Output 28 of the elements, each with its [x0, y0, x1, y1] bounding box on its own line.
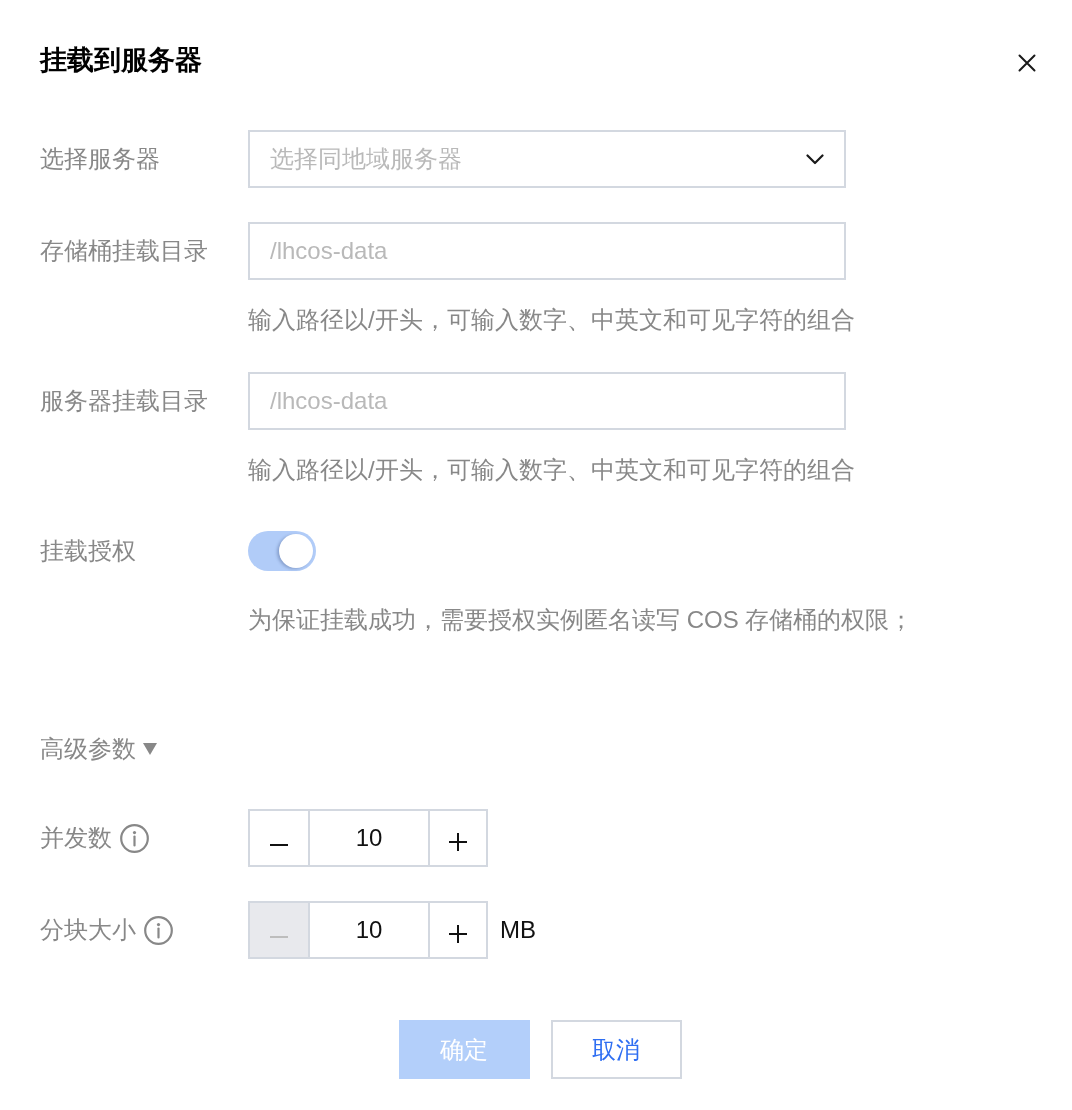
cancel-button[interactable]: 取消: [550, 1020, 682, 1079]
help-text: 输入路径以/开头，可输入数字、中英文和可见字符的组合: [248, 305, 855, 335]
path-input[interactable]: /lhcos-data: [248, 222, 846, 280]
minus-icon: [270, 936, 288, 938]
field-label: 选择服务器: [40, 144, 160, 174]
info-icon: [120, 823, 149, 853]
unit-label: MB: [500, 916, 536, 944]
info-icon: [144, 915, 173, 945]
plus-icon: [449, 925, 467, 943]
chevron-down-icon: [806, 153, 824, 165]
help-text: 为保证挂载成功，需要授权实例匿名读写 COS 存储桶的权限；: [248, 605, 914, 635]
field-label: 存储桶挂载目录: [40, 236, 208, 266]
close-icon: [1018, 54, 1036, 72]
increment-button[interactable]: [428, 809, 488, 867]
dialog-title: 挂载到服务器: [40, 44, 202, 77]
field-label: 并发数: [40, 823, 112, 853]
field-label: 挂载授权: [40, 536, 136, 566]
field-label: 服务器挂载目录: [40, 386, 208, 416]
decrement-button[interactable]: [248, 809, 310, 867]
close-button[interactable]: [1018, 54, 1036, 72]
path-input[interactable]: /lhcos-data: [248, 372, 846, 430]
plus-icon: [449, 833, 467, 851]
help-text: 输入路径以/开头，可输入数字、中英文和可见字符的组合: [248, 455, 855, 485]
server-select[interactable]: 选择同地域服务器: [248, 130, 846, 188]
advanced-toggle[interactable]: 高级参数: [40, 731, 157, 767]
increment-button[interactable]: [428, 901, 488, 959]
field-label: 分块大小: [40, 915, 136, 945]
minus-icon: [270, 844, 288, 846]
